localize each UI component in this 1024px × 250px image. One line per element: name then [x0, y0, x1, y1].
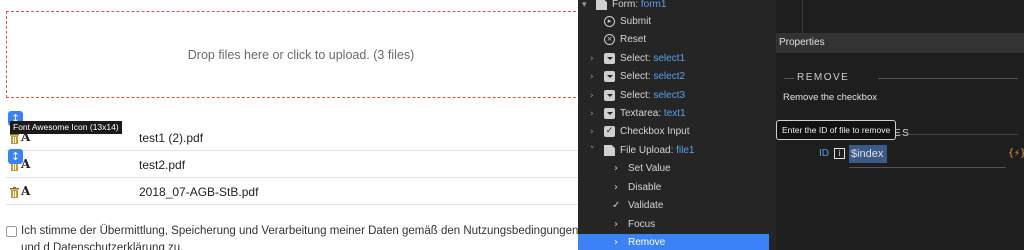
select-icon: [604, 90, 615, 101]
check-icon: ✓: [612, 200, 621, 211]
chevron-right-icon[interactable]: ›: [590, 87, 600, 105]
properties-header: Properties: [776, 33, 1024, 53]
chevron-right-icon[interactable]: ›: [590, 68, 600, 86]
font-icon: A: [21, 184, 31, 198]
tree-item-type: Form:: [612, 0, 639, 10]
tree-item-form[interactable]: ▾ Form: form1: [578, 0, 776, 14]
id-input[interactable]: [849, 145, 887, 163]
chevron-right-icon[interactable]: ›: [590, 105, 600, 123]
action-validate[interactable]: ✓ Validate: [578, 197, 776, 215]
tree-item-ref: select2: [653, 71, 686, 82]
tree-item-checkbox[interactable]: › ✓ Checkbox Input: [578, 123, 776, 141]
consent-label: Ich stimme der Übermittlung, Speicherung…: [21, 225, 578, 250]
tree-item-select2[interactable]: › Select: select2: [578, 68, 776, 86]
component-tree: ▾ Form: form1 ▸ Submit × Reset › Select:…: [578, 0, 776, 250]
file-name: test2.pdf: [139, 158, 186, 172]
tree-item-ref: form1: [640, 0, 667, 10]
select-icon: [604, 71, 615, 82]
action-set-value[interactable]: › Set Value: [578, 160, 776, 178]
tree-item-type: Select:: [620, 90, 651, 101]
resize-handle-icon[interactable]: ↕: [8, 149, 23, 164]
tree-item-label: Checkbox Input: [620, 126, 690, 137]
textarea-icon: [604, 108, 615, 119]
tree-item-file-upload[interactable]: ˅ File Upload: file1: [578, 142, 776, 160]
x-circle-icon: ×: [604, 34, 615, 45]
chevron-right-icon: ›: [614, 182, 618, 193]
id-label: ID: [819, 148, 829, 159]
file-row: A 2018_07-AGB-StB.pdf: [6, 179, 578, 205]
action-disable[interactable]: › Disable: [578, 179, 776, 197]
file-icon: [604, 145, 615, 156]
id-tooltip: Enter the ID of file to remove: [776, 120, 897, 140]
chevron-down-icon[interactable]: ▾: [582, 0, 592, 14]
checkbox-icon: ✓: [604, 126, 615, 137]
form-icon: [596, 0, 607, 10]
input-underline: [849, 167, 1006, 168]
panel-top-area: [776, 0, 1024, 33]
trash-icon[interactable]: [10, 187, 19, 198]
element-size-tooltip: Font Awesome Icon (13x14): [10, 121, 122, 134]
select-icon: [604, 53, 615, 64]
action-label: Disable: [628, 182, 662, 193]
section-title: REMOVE: [797, 72, 850, 83]
tree-item-ref: select3: [653, 90, 686, 101]
parameters-title: ES: [894, 128, 911, 139]
action-description: Remove the checkbox: [783, 92, 877, 103]
tree-item-select3[interactable]: › Select: select3: [578, 87, 776, 105]
properties-panel: Properties REMOVE Remove the checkbox ES…: [776, 0, 1024, 250]
action-label: Set Value: [628, 163, 671, 174]
tree-item-type: File Upload:: [620, 145, 674, 156]
chevron-right-icon: ›: [614, 219, 618, 230]
divider: [784, 78, 794, 79]
trash-icon[interactable]: [10, 133, 19, 144]
tree-item-ref: text1: [663, 108, 686, 119]
tree-item-type: Select:: [620, 53, 651, 64]
file-name: test1 (2).pdf: [139, 131, 204, 145]
tree-item-textarea[interactable]: › Textarea: text1: [578, 105, 776, 123]
tree-item-label: Submit: [620, 16, 652, 27]
tree-item-ref: file1: [676, 145, 695, 156]
file-name: 2018_07-AGB-StB.pdf: [139, 185, 259, 199]
chevron-right-icon[interactable]: ›: [590, 50, 600, 68]
file-dropzone[interactable]: Drop files here or click to upload. (3 f…: [6, 11, 578, 98]
action-remove[interactable]: › Remove: [578, 234, 769, 250]
file-row: A test2.pdf: [6, 152, 578, 178]
divider: [878, 78, 1018, 79]
tree-item-select1[interactable]: › Select: select1: [578, 50, 776, 68]
chevron-right-icon[interactable]: ›: [590, 123, 600, 141]
dropzone-text: Drop files here or click to upload. (3 f…: [187, 47, 415, 62]
action-label: Focus: [628, 219, 656, 230]
expression-icon[interactable]: {⚡}: [1008, 148, 1024, 159]
chevron-right-icon: ›: [614, 163, 618, 174]
action-focus[interactable]: › Focus: [578, 216, 776, 234]
divider: [802, 0, 803, 33]
play-circle-icon: ▸: [604, 16, 615, 27]
tree-item-ref: select1: [653, 53, 686, 64]
action-label: Validate: [628, 200, 664, 211]
tree-item-reset[interactable]: × Reset: [578, 31, 776, 49]
tree-item-type: Select:: [620, 71, 651, 82]
tree-item-submit[interactable]: ▸ Submit: [578, 13, 776, 31]
chevron-right-icon: ›: [614, 237, 618, 248]
consent-checkbox[interactable]: [6, 226, 17, 237]
chevron-down-icon[interactable]: ˅: [590, 142, 600, 160]
tree-item-label: Reset: [620, 34, 647, 45]
tree-item-type: Textarea:: [620, 108, 662, 119]
action-label: Remove: [628, 237, 666, 248]
info-icon[interactable]: i: [834, 148, 845, 159]
page-preview: Drop files here or click to upload. (3 f…: [0, 0, 578, 250]
